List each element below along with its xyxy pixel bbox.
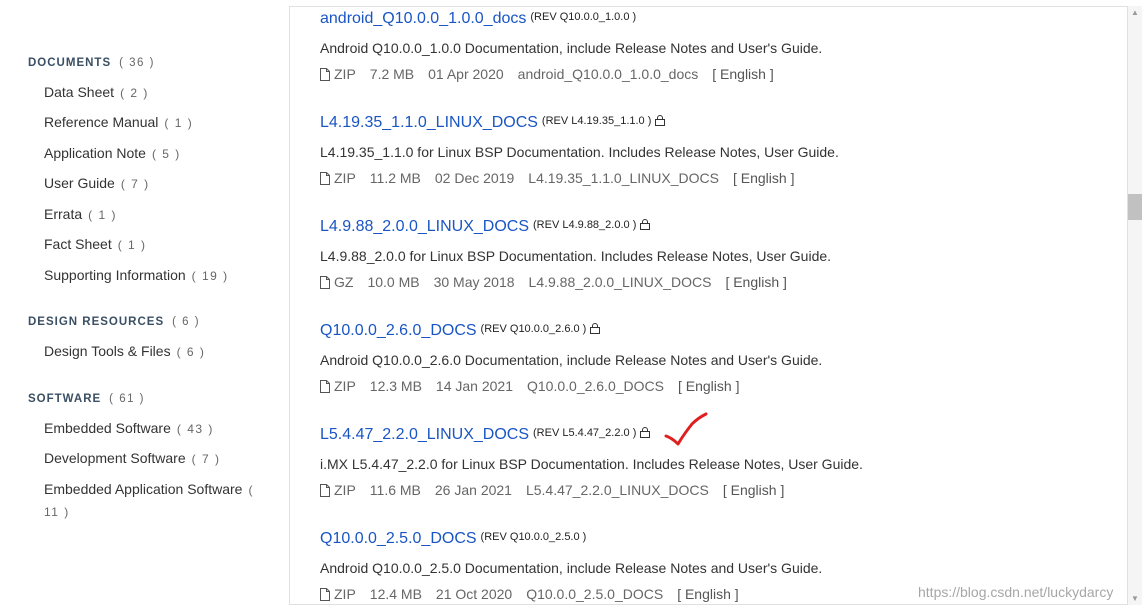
doc-type: ZIP bbox=[334, 378, 356, 394]
sidebar-item-fact-sheet[interactable]: Fact Sheet( 1 ) bbox=[44, 236, 147, 252]
doc-description: L4.19.35_1.1.0 for Linux BSP Documentati… bbox=[320, 144, 839, 160]
doc-size: 11.2 MB bbox=[369, 170, 421, 186]
doc-title-link[interactable]: android_Q10.0.0_1.0.0_docs bbox=[320, 10, 526, 27]
sidebar-item-reference-manual[interactable]: Reference Manual( 1 ) bbox=[44, 114, 193, 130]
doc-language-link[interactable]: [ English ] bbox=[733, 170, 794, 186]
doc-entry: L4.9.88_2.0.0_LINUX_DOCS (REV L4.9.88_2.0… bbox=[320, 218, 831, 290]
doc-date: 02 Dec 2019 bbox=[434, 170, 515, 186]
doc-filename: L4.9.88_2.0.0_LINUX_DOCS bbox=[528, 274, 712, 290]
doc-entry: Q10.0.0_2.5.0_DOCS (REV Q10.0.0_2.5.0 ) A… bbox=[320, 530, 822, 602]
doc-filename: L4.19.35_1.1.0_LINUX_DOCS bbox=[528, 170, 719, 186]
doc-revision: (REV L4.19.35_1.1.0 ) bbox=[541, 115, 652, 127]
doc-type: ZIP bbox=[334, 170, 356, 186]
doc-date: 14 Jan 2021 bbox=[435, 378, 513, 394]
doc-description: i.MX L5.4.47_2.2.0 for Linux BSP Documen… bbox=[320, 456, 863, 472]
doc-entry: L4.19.35_1.1.0_LINUX_DOCS (REV L4.19.35_1… bbox=[320, 114, 839, 186]
section-design-resources[interactable]: DESIGN RESOURCES( 6 ) bbox=[28, 316, 200, 328]
doc-revision: (REV Q10.0.0_2.6.0 ) bbox=[480, 323, 587, 335]
doc-revision: (REV L4.9.88_2.0.0 ) bbox=[533, 219, 637, 231]
doc-entry: android_Q10.0.0_1.0.0_docs (REV Q10.0.0_1… bbox=[320, 10, 822, 82]
doc-date: 26 Jan 2021 bbox=[434, 482, 512, 498]
doc-date: 30 May 2018 bbox=[433, 274, 515, 290]
sidebar-item-design-tools[interactable]: Design Tools & Files( 6 ) bbox=[44, 343, 205, 359]
doc-language-link[interactable]: [ English ] bbox=[677, 586, 738, 602]
doc-size: 12.3 MB bbox=[369, 378, 422, 394]
doc-filename: Q10.0.0_2.5.0_DOCS bbox=[526, 586, 664, 602]
doc-date: 01 Apr 2020 bbox=[428, 66, 504, 82]
doc-size: 11.6 MB bbox=[369, 482, 421, 498]
doc-language-link[interactable]: [ English ] bbox=[678, 378, 739, 394]
sidebar-item-supporting-information[interactable]: Supporting Information( 19 ) bbox=[44, 267, 229, 283]
doc-revision: (REV Q10.0.0_2.5.0 ) bbox=[480, 531, 587, 543]
doc-filename: Q10.0.0_2.6.0_DOCS bbox=[527, 378, 664, 394]
sidebar-item-errata[interactable]: Errata( 1 ) bbox=[44, 206, 117, 222]
doc-meta: ZIP 12.3 MB 14 Jan 2021 Q10.0.0_2.6.0_DOCS [… bbox=[320, 378, 753, 394]
doc-revision: (REV Q10.0.0_1.0.0 ) bbox=[530, 11, 637, 23]
sidebar-item-embedded-software[interactable]: Embedded Software( 43 ) bbox=[44, 420, 214, 436]
file-icon bbox=[320, 276, 330, 289]
file-icon bbox=[320, 380, 330, 393]
scroll-down-arrow-icon[interactable]: ▼ bbox=[1131, 594, 1139, 603]
doc-description: Android Q10.0.0_2.6.0 Documentation, inc… bbox=[320, 352, 823, 368]
doc-language-link[interactable]: [ English ] bbox=[725, 274, 786, 290]
doc-meta: ZIP 11.6 MB 26 Jan 2021 L5.4.47_2.2.0_LINUX… bbox=[320, 482, 798, 498]
doc-meta: ZIP 12.4 MB 21 Oct 2020 Q10.0.0_2.5.0_DOCS [… bbox=[320, 586, 753, 602]
doc-type: ZIP bbox=[334, 66, 356, 82]
doc-description: L4.9.88_2.0.0 for Linux BSP Documentatio… bbox=[320, 248, 832, 264]
doc-meta: GZ 10.0 MB 30 May 2018 L4.9.88_2.0.0_LINUX_… bbox=[320, 274, 801, 290]
file-icon bbox=[320, 172, 330, 185]
doc-date: 21 Oct 2020 bbox=[435, 586, 513, 602]
doc-size: 7.2 MB bbox=[369, 66, 415, 82]
doc-type: ZIP bbox=[334, 586, 356, 602]
doc-language-link[interactable]: [ English ] bbox=[723, 482, 784, 498]
checkmark-annotation-icon bbox=[664, 412, 708, 446]
sidebar-item-development-software[interactable]: Development Software( 7 ) bbox=[44, 450, 220, 466]
doc-title-link[interactable]: L5.4.47_2.2.0_LINUX_DOCS bbox=[320, 426, 529, 443]
doc-description: Android Q10.0.0_2.5.0 Documentation, inc… bbox=[320, 560, 823, 576]
doc-size: 10.0 MB bbox=[367, 274, 420, 290]
doc-filename: L5.4.47_2.2.0_LINUX_DOCS bbox=[525, 482, 709, 498]
doc-entry: L5.4.47_2.2.0_LINUX_DOCS (REV L5.4.47_2.2… bbox=[320, 426, 863, 498]
file-icon bbox=[320, 484, 330, 497]
doc-title-link[interactable]: L4.9.88_2.0.0_LINUX_DOCS bbox=[320, 218, 529, 235]
lock-icon bbox=[640, 427, 651, 439]
doc-title-link[interactable]: Q10.0.0_2.6.0_DOCS bbox=[320, 322, 477, 339]
sidebar-item-user-guide[interactable]: User Guide( 7 ) bbox=[44, 175, 150, 191]
vertical-scrollbar[interactable]: ▲ ▼ bbox=[1128, 6, 1142, 605]
sidebar-item-data-sheet[interactable]: Data Sheet( 2 ) bbox=[44, 84, 149, 100]
scroll-up-arrow-icon[interactable]: ▲ bbox=[1131, 8, 1139, 17]
doc-description: Android Q10.0.0_1.0.0 Documentation, inc… bbox=[320, 40, 823, 56]
sidebar-item-application-note[interactable]: Application Note( 5 ) bbox=[44, 145, 181, 161]
lock-icon bbox=[655, 115, 666, 127]
lock-icon bbox=[590, 323, 601, 335]
doc-revision: (REV L5.4.47_2.2.0 ) bbox=[533, 427, 637, 439]
watermark: https://blog.csdn.net/luckydarcy bbox=[918, 584, 1114, 600]
doc-entry: Q10.0.0_2.6.0_DOCS (REV Q10.0.0_2.6.0 ) A… bbox=[320, 322, 822, 394]
doc-meta: ZIP 11.2 MB 02 Dec 2019 L4.19.35_1.1.0_LINU… bbox=[320, 170, 808, 186]
file-icon bbox=[320, 588, 330, 601]
doc-title-link[interactable]: L4.19.35_1.1.0_LINUX_DOCS bbox=[320, 114, 538, 131]
file-icon bbox=[320, 68, 330, 81]
doc-meta: ZIP 7.2 MB 01 Apr 2020 android_Q10.0.0_1.0.… bbox=[320, 66, 788, 82]
doc-filename: android_Q10.0.0_1.0.0_docs bbox=[517, 66, 699, 82]
doc-language-link[interactable]: [ English ] bbox=[712, 66, 773, 82]
section-software[interactable]: SOFTWARE( 61 ) bbox=[28, 393, 145, 405]
sidebar-item-embedded-application-software[interactable]: Embedded Application Software( 11 ) bbox=[44, 479, 259, 523]
doc-type: GZ bbox=[334, 274, 354, 290]
lock-icon bbox=[640, 219, 651, 231]
doc-size: 12.4 MB bbox=[369, 586, 422, 602]
section-documents[interactable]: DOCUMENTS( 36 ) bbox=[28, 57, 155, 69]
scroll-thumb[interactable] bbox=[1128, 194, 1142, 220]
doc-type: ZIP bbox=[334, 482, 356, 498]
doc-title-link[interactable]: Q10.0.0_2.5.0_DOCS bbox=[320, 530, 477, 547]
